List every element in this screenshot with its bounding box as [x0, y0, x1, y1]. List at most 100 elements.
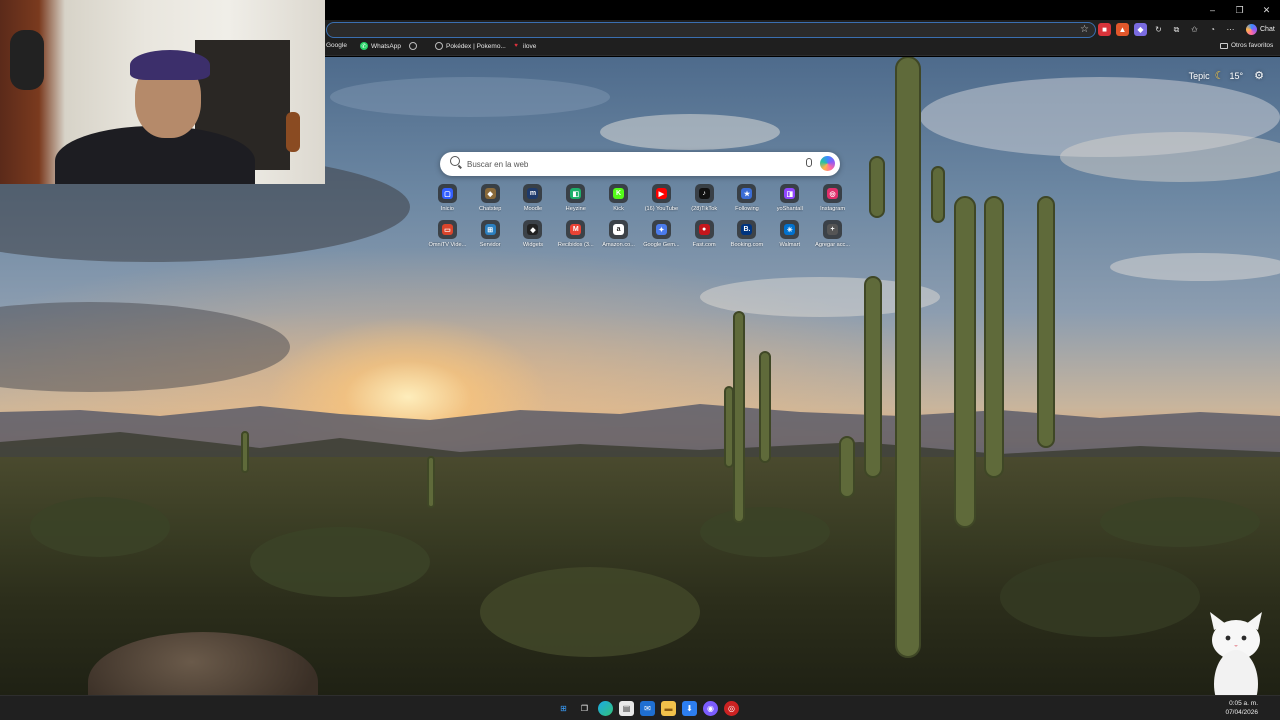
- quick-link-icon-box: ◆: [480, 184, 500, 203]
- quick-link-icon-box: ●: [694, 220, 714, 239]
- quick-link-plus[interactable]: + Agregar acc...: [811, 219, 854, 255]
- store-icon[interactable]: ▤: [619, 701, 634, 716]
- quick-link-box[interactable]: ◆ Chatstep: [469, 183, 512, 219]
- quick-link-label: Agregar acc...: [815, 242, 850, 248]
- bookmark-whatsapp[interactable]: ✆ WhatsApp: [360, 42, 401, 50]
- clock-date: 07/04/2026: [1225, 709, 1258, 716]
- start-windows-icon[interactable]: ⊞: [556, 701, 571, 716]
- quick-link-icon-box: ◆: [523, 220, 543, 239]
- quick-link-tv[interactable]: ▭ OmniTV Vide...: [426, 219, 469, 255]
- quick-link-kick[interactable]: K Kick: [597, 183, 640, 219]
- obs-icon[interactable]: ◎: [724, 701, 739, 716]
- quick-link-icon-box: ★: [737, 184, 757, 203]
- quick-link-book[interactable]: ◧ Heyzine: [554, 183, 597, 219]
- search-input[interactable]: [467, 156, 787, 172]
- quick-link-instagram[interactable]: ◎ Instagram: [811, 183, 854, 219]
- close-button[interactable]: ✕: [1253, 0, 1280, 20]
- gemini-icon: ✦: [655, 224, 667, 235]
- web-search-box[interactable]: [440, 152, 840, 176]
- copilot-chat-button[interactable]: Chat: [1246, 24, 1275, 35]
- extension-purple-icon[interactable]: ◆: [1134, 23, 1147, 36]
- app-icon[interactable]: ⬇: [682, 701, 697, 716]
- quick-link-icon-box: m: [523, 184, 543, 203]
- quick-link-server[interactable]: ⊞ Servidor: [469, 219, 512, 255]
- quick-link-label: OmniTV Vide...: [428, 242, 467, 248]
- walmart-icon: ✳: [784, 224, 796, 235]
- page-settings-gear-icon[interactable]: ⚙: [1254, 69, 1264, 82]
- favorites-icon[interactable]: ✩: [1188, 23, 1201, 36]
- quick-link-icon-box: B.: [737, 220, 757, 239]
- bookmark-globe[interactable]: [409, 42, 417, 50]
- task-view-icon[interactable]: ❐: [577, 701, 592, 716]
- favorite-star-icon[interactable]: ☆: [1080, 24, 1089, 35]
- copilot-search-icon[interactable]: [820, 156, 835, 171]
- extensions-row: ■ ▲ ◆ ↻ ⧉ ✩ ◔ ⋯ Chat: [1098, 23, 1275, 36]
- quick-link-widget[interactable]: ◆ Widgets: [512, 219, 555, 255]
- quick-link-icon-box: ✳: [780, 220, 800, 239]
- quick-link-label: Kick: [613, 206, 624, 212]
- quick-link-label: yoShantall: [776, 206, 803, 212]
- star-icon: ★: [741, 188, 753, 199]
- file-explorer-icon[interactable]: ▬: [661, 701, 676, 716]
- edge-icon[interactable]: [598, 701, 613, 716]
- address-bar[interactable]: ☆: [326, 22, 1096, 38]
- quick-link-icon-box: ◎: [823, 184, 843, 203]
- weather-city: Tepic: [1188, 70, 1210, 81]
- quick-link-youtube[interactable]: ▶ (16) YouTube: [640, 183, 683, 219]
- quick-link-booking[interactable]: B. Booking.com: [726, 219, 769, 255]
- quick-link-label: Instagram: [820, 206, 845, 212]
- gmail-icon: M: [570, 224, 582, 235]
- bookmark-pokedex[interactable]: Pokédex | Pokemo...: [435, 42, 506, 50]
- roblox-icon: ▢: [441, 188, 453, 199]
- quick-link-icon-box: ▭: [437, 220, 457, 239]
- quick-link-label: Servidor: [479, 242, 501, 248]
- other-favorites-label: Otros favoritos: [1231, 42, 1274, 49]
- clock-time: 0:05 a. m.: [1229, 700, 1258, 707]
- quick-link-icon-box: K: [609, 184, 629, 203]
- search-icon: [450, 156, 460, 166]
- youtube-icon: ▶: [655, 188, 667, 199]
- tiktok-icon: ♪: [698, 188, 710, 199]
- webcam-overlay: [0, 0, 325, 184]
- minimize-button[interactable]: –: [1199, 0, 1226, 20]
- adblock-extension-icon[interactable]: ■: [1098, 23, 1111, 36]
- mail-icon[interactable]: ✉: [640, 701, 655, 716]
- bookmark-label: WhatsApp: [371, 42, 401, 50]
- extension-fox-icon[interactable]: ▲: [1116, 23, 1129, 36]
- system-clock[interactable]: 0:05 a. m. 07/04/2026: [1225, 699, 1258, 717]
- quick-link-gmail[interactable]: M Recibidos (3...: [554, 219, 597, 255]
- quick-link-star[interactable]: ★ Following: [726, 183, 769, 219]
- whatsapp-icon: ✆: [360, 42, 368, 50]
- quick-link-moodle[interactable]: m Moodle: [512, 183, 555, 219]
- quick-link-label: Recibidos (3...: [557, 242, 594, 248]
- quick-link-roblox[interactable]: ▢ Inicio: [426, 183, 469, 219]
- booking-icon: B.: [741, 224, 753, 235]
- maximize-button[interactable]: ❐: [1226, 0, 1253, 20]
- more-menu-icon[interactable]: ⋯: [1224, 23, 1237, 36]
- window-controls: – ❐ ✕: [1199, 0, 1280, 20]
- widget-icon: ◆: [527, 224, 539, 235]
- weather-widget[interactable]: Tepic ☾ 15° ⚙: [1189, 69, 1264, 82]
- quick-link-walmart[interactable]: ✳ Walmart: [768, 219, 811, 255]
- refresh-extension-icon[interactable]: ↻: [1152, 23, 1165, 36]
- microphone-icon[interactable]: [806, 158, 812, 167]
- profile-icon[interactable]: ◔: [1206, 23, 1219, 36]
- box-icon: ◆: [484, 188, 496, 199]
- quick-link-fast[interactable]: ● Fast.com: [683, 219, 726, 255]
- bookmark-ilove[interactable]: ♥ ilove: [512, 42, 536, 50]
- bookmark-google[interactable]: Google: [326, 42, 347, 49]
- quick-link-tiktok[interactable]: ♪ (28)TikTok: [683, 183, 726, 219]
- quick-link-amazon[interactable]: a Amazon.co...: [597, 219, 640, 255]
- quick-link-label: Walmart: [779, 242, 801, 248]
- quick-link-icon-box: ⊞: [480, 220, 500, 239]
- quick-link-label: Fast.com: [692, 242, 716, 248]
- quick-link-label: Google Gem...: [643, 242, 680, 248]
- discord-icon[interactable]: ◉: [703, 701, 718, 716]
- other-favorites-folder[interactable]: Otros favoritos: [1220, 42, 1273, 49]
- split-screen-icon[interactable]: ⧉: [1170, 23, 1183, 36]
- quick-links-row-1: ▢ Inicio ◆ Chatstep m Moodle ◧ Heyzine K Kick ▶ (16…: [426, 183, 856, 219]
- quick-link-icon-box: ◧: [566, 184, 586, 203]
- quick-link-twitch[interactable]: ◨ yoShantall: [768, 183, 811, 219]
- quick-link-gemini[interactable]: ✦ Google Gem...: [640, 219, 683, 255]
- bookmark-label: ilove: [523, 42, 537, 50]
